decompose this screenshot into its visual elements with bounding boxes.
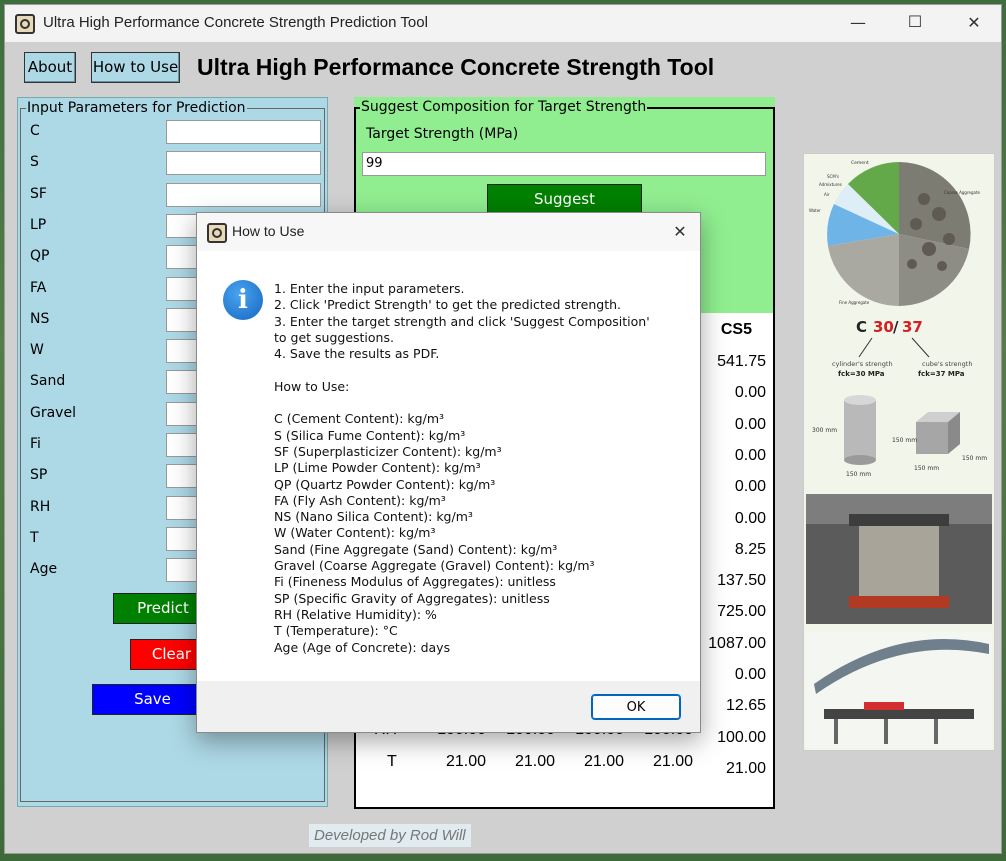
- dialog-app-icon: [207, 223, 227, 243]
- field-label-qp: QP: [30, 248, 50, 265]
- field-label-rh: RH: [30, 498, 51, 515]
- how-to-use-dialog: How to Use ✕ i 1. Enter the input parame…: [196, 212, 701, 733]
- dialog-title-bar: How to Use ✕: [197, 213, 700, 251]
- maximize-button[interactable]: ☐: [892, 12, 938, 31]
- dim-150d: 150 mm: [962, 455, 987, 462]
- target-strength-label: Target Strength (MPa): [366, 126, 519, 142]
- close-button[interactable]: ✕: [951, 13, 997, 32]
- composition-pie-image: Cement Coarse Aggregate Water Fine Aggre…: [809, 160, 981, 306]
- side-images: Cement Coarse Aggregate Water Fine Aggre…: [803, 153, 995, 751]
- dialog-title: How to Use: [232, 223, 305, 239]
- field-label-s: S: [30, 154, 39, 171]
- about-button[interactable]: About: [24, 52, 76, 83]
- pie-label-admixtures: Admixtures: [819, 182, 842, 187]
- minimize-button[interactable]: —: [835, 13, 881, 32]
- strength-cube: 37: [902, 318, 923, 336]
- results-t-cell: 21.00: [445, 753, 486, 770]
- field-input-s[interactable]: [166, 151, 321, 176]
- suggest-composition-button[interactable]: Suggest Composition: [487, 184, 642, 237]
- compression-test-image: [806, 494, 992, 624]
- app-title: Ultra High Performance Concrete Strength…: [197, 54, 715, 80]
- field-label-t: T: [30, 529, 39, 546]
- cube-caption: cube's strength: [922, 360, 972, 368]
- field-input-c[interactable]: [166, 120, 321, 144]
- dim-150a: 150 mm: [846, 471, 871, 478]
- side-illustration: Cement Coarse Aggregate Water Fine Aggre…: [806, 160, 992, 748]
- results-t-cell: 21.00: [652, 753, 693, 770]
- suggest-panel-legend: Suggest Composition for Target Strength: [360, 99, 648, 115]
- field-label-w: W: [30, 342, 44, 359]
- field-label-c: C: [30, 123, 40, 139]
- input-panel-legend: Input Parameters for Prediction: [26, 100, 247, 116]
- field-label-fa: FA: [30, 279, 47, 296]
- pie-label-cement: Cement: [851, 160, 869, 166]
- field-input-sf[interactable]: [166, 182, 321, 207]
- window-title: Ultra High Performance Concrete Strength…: [43, 14, 428, 31]
- results-cs5-cell: 21.00: [725, 759, 766, 777]
- field-label-sf: SF: [30, 185, 47, 202]
- strength-cyl: 30: [873, 318, 894, 336]
- field-label-sp: SP: [30, 467, 48, 484]
- target-strength-input[interactable]: 99: [362, 152, 766, 176]
- strength-sep: /: [893, 318, 899, 336]
- results-t-cell: 21.00: [514, 753, 555, 770]
- info-icon: i: [223, 280, 263, 320]
- title-bar: Ultra High Performance Concrete Strength…: [5, 5, 1001, 42]
- field-label-sand: Sand: [30, 373, 66, 390]
- field-label-gravel: Gravel: [30, 404, 76, 421]
- cyl-caption: cylinder's strength: [832, 360, 893, 368]
- results-header-cs5: CS5: [720, 321, 752, 338]
- specimen-image: 300 mm 150 mm 150 mm 150 mm 150 mm: [812, 395, 987, 478]
- field-label-fi: Fi: [30, 436, 41, 452]
- dim-150c: 150 mm: [914, 465, 939, 472]
- field-label-age: Age: [30, 561, 58, 578]
- field-label-ns: NS: [30, 310, 50, 327]
- save-predictions-button[interactable]: Save Predictions: [92, 684, 213, 715]
- pie-label-water: Water: [809, 208, 821, 213]
- developer-credit: Developed by Rod Will: [309, 824, 471, 847]
- field-label-lp: LP: [30, 216, 47, 233]
- strength-prefix: C: [856, 318, 867, 336]
- fck-cube: fck=37 MPa: [918, 370, 965, 378]
- dim-150b: 150 mm: [892, 437, 917, 444]
- pie-label-fine: Fine Aggregate: [839, 300, 870, 305]
- dim-300: 300 mm: [812, 427, 837, 434]
- dialog-body-text: 1. Enter the input parameters. 2. Click …: [274, 281, 650, 655]
- bridge-image: [806, 632, 992, 748]
- pie-label-scms: SCM's: [827, 174, 839, 179]
- app-icon: [15, 14, 35, 34]
- fck-cyl: fck=30 MPa: [838, 370, 885, 378]
- dialog-close-button[interactable]: ✕: [657, 222, 703, 241]
- results-row-label-t: T: [387, 753, 397, 770]
- ok-button[interactable]: OK: [591, 694, 681, 720]
- how-to-use-button[interactable]: How to Use: [91, 52, 180, 83]
- pie-label-coarse: Coarse Aggregate: [944, 190, 981, 195]
- pie-label-air: Air: [824, 192, 830, 197]
- results-t-cell: 21.00: [583, 753, 624, 770]
